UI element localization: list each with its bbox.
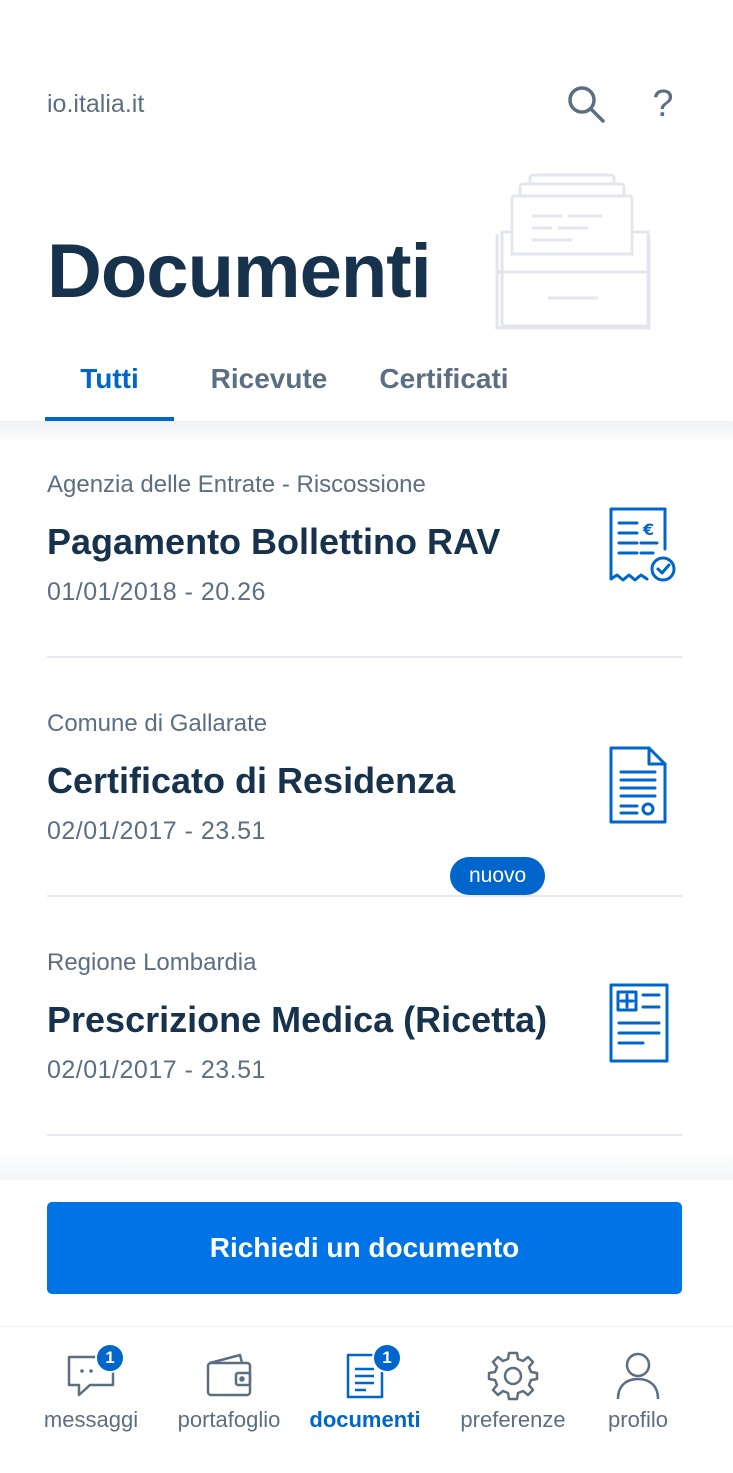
tab-tutti[interactable]: Tutti	[45, 363, 174, 421]
document-drawer-illustration	[492, 172, 654, 339]
document-issuer: Comune di Gallarate	[47, 710, 268, 737]
nav-label: messaggi	[43, 1407, 139, 1432]
nav-label: profilo	[608, 1407, 668, 1432]
certificate-icon	[603, 742, 675, 831]
tab-bar: Tutti Ricevute Certificati	[0, 355, 733, 421]
document-item-rav[interactable]: Agenzia delle Entrate - Riscossione Paga…	[47, 419, 682, 658]
document-title: Certificato di Residenza	[47, 760, 456, 801]
list-fade	[0, 1150, 733, 1180]
nav-item-profilo[interactable]: profilo	[588, 1327, 688, 1447]
new-badge: nuovo	[450, 857, 546, 895]
document-date: 01/01/2018 - 20.26	[47, 578, 266, 606]
document-date: 02/01/2017 - 23.51	[47, 1056, 266, 1084]
nav-label: preferenze	[460, 1407, 566, 1432]
nav-badge: 1	[95, 1343, 125, 1373]
tab-ricevute[interactable]: Ricevute	[196, 363, 342, 421]
nav-item-preferenze[interactable]: preferenze	[452, 1327, 574, 1447]
receipt-euro-check-icon: €	[603, 503, 679, 592]
search-icon[interactable]	[564, 82, 608, 126]
nav-item-messaggi[interactable]: 1 messaggi	[30, 1327, 152, 1447]
document-item-ricetta[interactable]: Regione Lombardia Prescrizione Medica (R…	[47, 897, 682, 1136]
nav-item-documenti[interactable]: 1 documenti	[304, 1327, 426, 1447]
request-document-button[interactable]: Richiedi un documento	[47, 1202, 682, 1294]
bottom-navigation: 1 messaggi portafoglio 1 documenti prefe…	[0, 1326, 733, 1473]
nav-badge: 1	[372, 1343, 402, 1373]
nav-item-portafoglio[interactable]: portafoglio	[168, 1327, 290, 1447]
page-title: Documenti	[47, 229, 432, 314]
tab-certificati[interactable]: Certificati	[366, 363, 522, 421]
help-icon[interactable]: ?	[641, 82, 685, 126]
list-divider	[47, 1134, 682, 1136]
nav-label: documenti	[309, 1407, 421, 1432]
tab-label: Certificati	[379, 363, 509, 394]
document-date: 02/01/2017 - 23.51	[47, 817, 266, 845]
gear-icon	[487, 1351, 539, 1401]
document-title: Pagamento Bollettino RAV	[47, 521, 501, 562]
help-glyph: ?	[652, 82, 674, 125]
site-url: io.italia.it	[47, 90, 145, 118]
document-item-certificato[interactable]: Comune di Gallarate Certificato di Resid…	[47, 658, 682, 897]
document-title: Prescrizione Medica (Ricetta)	[47, 999, 548, 1040]
nav-label: portafoglio	[177, 1407, 281, 1432]
document-issuer: Agenzia delle Entrate - Riscossione	[47, 471, 426, 498]
profile-icon	[616, 1352, 660, 1400]
svg-text:€: €	[642, 520, 654, 539]
tab-label: Ricevute	[210, 363, 328, 394]
header: io.italia.it ?	[0, 0, 733, 200]
medical-prescription-icon	[603, 981, 675, 1070]
document-issuer: Regione Lombardia	[47, 949, 257, 976]
wallet-icon	[206, 1353, 252, 1397]
tab-label: Tutti	[80, 363, 139, 394]
